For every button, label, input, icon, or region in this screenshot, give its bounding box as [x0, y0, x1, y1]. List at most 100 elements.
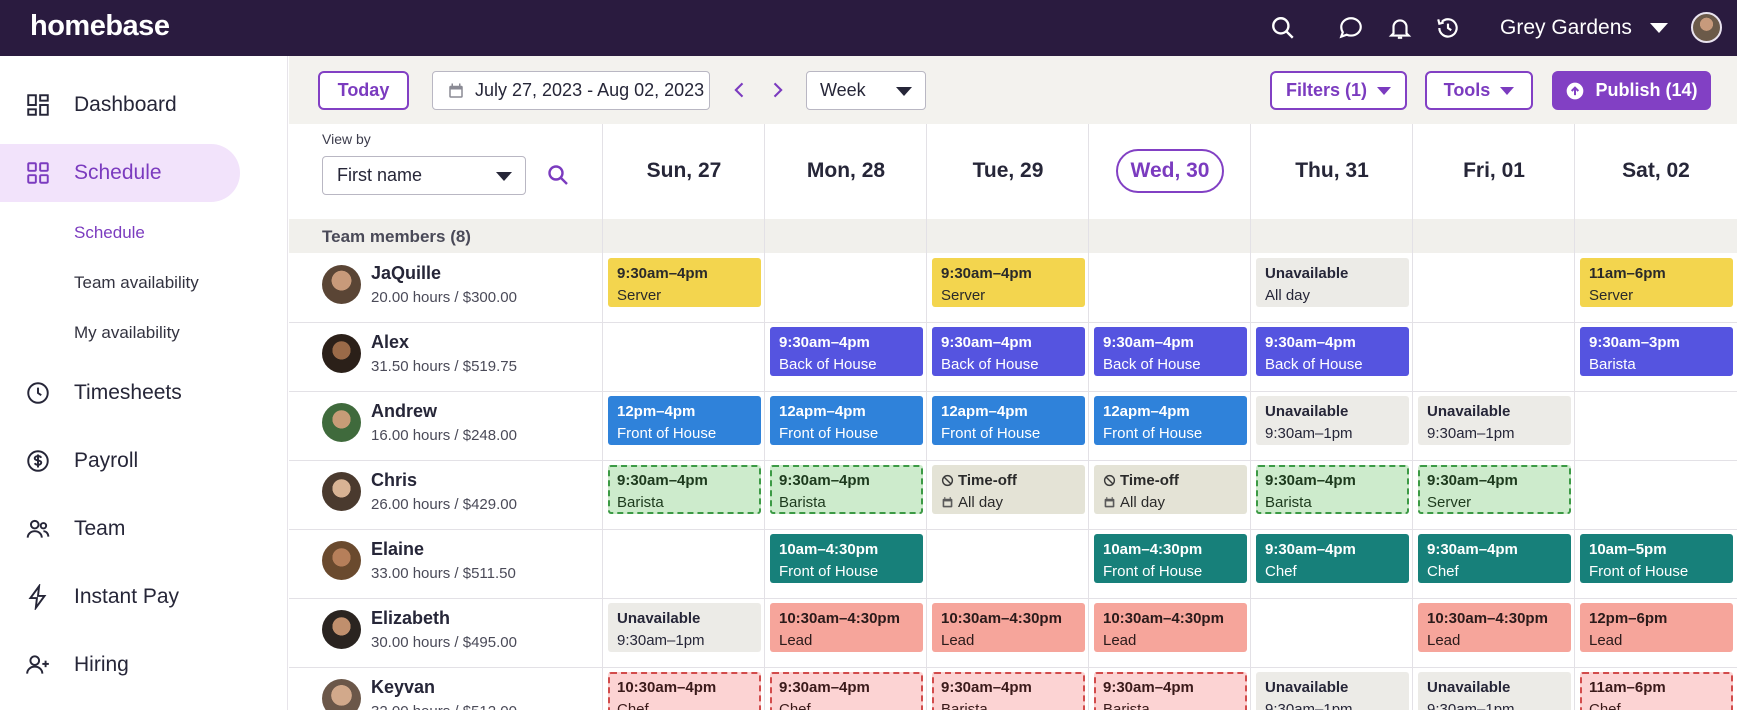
shift-card[interactable]: 9:30am–4pm Barista: [932, 672, 1085, 710]
day-header[interactable]: Sun, 27: [603, 124, 765, 218]
employee-name[interactable]: Chris: [371, 470, 417, 491]
user-avatar[interactable]: [1691, 12, 1722, 43]
publish-button[interactable]: Publish (14): [1552, 71, 1711, 110]
shift-card[interactable]: 9:30am–4pm Back of House: [1094, 327, 1247, 376]
day-header[interactable]: Wed, 30: [1089, 124, 1251, 218]
employee-name[interactable]: Andrew: [371, 401, 437, 422]
shift-card[interactable]: 12apm–4pm Front of House: [932, 396, 1085, 445]
calendar-icon: [449, 83, 463, 98]
shift-card[interactable]: 9:30am–4pm Chef: [1256, 534, 1409, 583]
avatar[interactable]: [322, 472, 361, 511]
shift-card[interactable]: 10am–4:30pm Front of House: [770, 534, 923, 583]
shift-card[interactable]: 10:30am–4:30pm Lead: [770, 603, 923, 652]
shift-card[interactable]: Unavailable 9:30am–1pm: [1256, 672, 1409, 710]
shift-card[interactable]: 9:30am–4pm Back of House: [1256, 327, 1409, 376]
shift-role: Back of House: [779, 356, 877, 373]
shift-role: Server: [1427, 494, 1472, 511]
avatar[interactable]: [322, 403, 361, 442]
shift-time: 10:30am–4pm: [617, 679, 717, 696]
shift-card[interactable]: 10am–5pm Front of House: [1580, 534, 1733, 583]
search-icon[interactable]: [1268, 13, 1298, 43]
shift-card[interactable]: Time-off All day: [1094, 465, 1247, 514]
shift-card[interactable]: 11am–6pm Chef: [1580, 672, 1733, 710]
shift-card[interactable]: Unavailable 9:30am–1pm: [1256, 396, 1409, 445]
shift-card[interactable]: 12apm–4pm Front of House: [1094, 396, 1247, 445]
subnav-my-availability[interactable]: My availability: [74, 323, 180, 343]
avatar[interactable]: [322, 265, 361, 304]
shift-card[interactable]: 9:30am–4pm Back of House: [770, 327, 923, 376]
avatar[interactable]: [322, 610, 361, 649]
shift-card[interactable]: 9:30am–4pm Server: [1418, 465, 1571, 514]
view-by-value: First name: [337, 165, 423, 185]
avatar[interactable]: [322, 541, 361, 580]
date-range-picker[interactable]: July 27, 2023 - Aug 02, 2023: [432, 71, 710, 110]
shift-card[interactable]: 10am–4:30pm Front of House: [1094, 534, 1247, 583]
chat-icon[interactable]: [1336, 13, 1366, 43]
sidebar-item-instant-pay[interactable]: Instant Pay: [0, 568, 240, 626]
history-icon[interactable]: [1433, 13, 1463, 43]
shift-card[interactable]: 10:30am–4pm Chef: [608, 672, 761, 710]
employee-name[interactable]: JaQuille: [371, 263, 441, 284]
employee-name[interactable]: Elaine: [371, 539, 424, 560]
shift-role: Front of House: [779, 425, 879, 442]
shift-card[interactable]: Unavailable 9:30am–1pm: [1418, 396, 1571, 445]
shift-card[interactable]: Time-off All day: [932, 465, 1085, 514]
location-selector[interactable]: Grey Gardens: [1500, 13, 1668, 43]
shift-card[interactable]: 9:30am–4pm Barista: [1256, 465, 1409, 514]
day-header[interactable]: Sat, 02: [1575, 124, 1737, 218]
shift-role: Chef: [1589, 701, 1621, 710]
employee-name[interactable]: Keyvan: [371, 677, 435, 698]
employee-name[interactable]: Elizabeth: [371, 608, 450, 629]
shift-card[interactable]: 9:30am–4pm Barista: [770, 465, 923, 514]
shift-card[interactable]: 9:30am–4pm Barista: [1094, 672, 1247, 710]
search-icon[interactable]: [546, 163, 570, 187]
shift-card[interactable]: 12apm–4pm Front of House: [770, 396, 923, 445]
bell-icon[interactable]: [1385, 13, 1415, 43]
sidebar-item-hiring[interactable]: Hiring: [0, 636, 240, 694]
filters-button[interactable]: Filters (1): [1270, 71, 1407, 110]
shift-card[interactable]: 12pm–4pm Front of House: [608, 396, 761, 445]
schedule-toolbar: Today July 27, 2023 - Aug 02, 2023 Week …: [289, 56, 1737, 124]
chevron-down-icon: [496, 172, 512, 181]
shift-card[interactable]: 12pm–6pm Lead: [1580, 603, 1733, 652]
sidebar-item-schedule[interactable]: Schedule: [0, 144, 240, 202]
shift-card[interactable]: 10:30am–4:30pm Lead: [1418, 603, 1571, 652]
view-by-select[interactable]: First name: [322, 156, 526, 195]
shift-time: Unavailable: [1265, 679, 1349, 696]
day-header[interactable]: Mon, 28: [765, 124, 927, 218]
day-header[interactable]: Tue, 29: [927, 124, 1089, 218]
shift-card[interactable]: 9:30am–4pm Server: [932, 258, 1085, 307]
shift-card[interactable]: 9:30am–3pm Barista: [1580, 327, 1733, 376]
tools-button[interactable]: Tools: [1425, 71, 1533, 110]
shift-card[interactable]: 9:30am–4pm Barista: [608, 465, 761, 514]
day-header[interactable]: Fri, 01: [1413, 124, 1575, 218]
sidebar-item-timesheets[interactable]: Timesheets: [0, 364, 240, 422]
avatar[interactable]: [322, 679, 361, 710]
subnav-team-availability[interactable]: Team availability: [74, 273, 199, 293]
shift-card[interactable]: 9:30am–4pm Back of House: [932, 327, 1085, 376]
shift-card[interactable]: 10:30am–4:30pm Lead: [932, 603, 1085, 652]
today-button[interactable]: Today: [318, 71, 409, 110]
view-range-select[interactable]: Week: [806, 71, 926, 110]
chevron-left-icon[interactable]: [730, 80, 750, 100]
shift-card[interactable]: 10:30am–4:30pm Lead: [1094, 603, 1247, 652]
shift-card[interactable]: Unavailable All day: [1256, 258, 1409, 307]
shift-card[interactable]: Unavailable 9:30am–1pm: [1418, 672, 1571, 710]
shift-card[interactable]: Unavailable 9:30am–1pm: [608, 603, 761, 652]
shift-card[interactable]: 11am–6pm Server: [1580, 258, 1733, 307]
subnav-schedule[interactable]: Schedule: [74, 223, 145, 243]
avatar[interactable]: [322, 334, 361, 373]
employee-name[interactable]: Alex: [371, 332, 409, 353]
sidebar-item-dashboard[interactable]: Dashboard: [0, 76, 240, 134]
sidebar-item-team[interactable]: Team: [0, 500, 240, 558]
shift-time: 9:30am–4pm: [941, 679, 1032, 696]
shift-card[interactable]: 9:30am–4pm Chef: [1418, 534, 1571, 583]
shift-card[interactable]: 9:30am–4pm Server: [608, 258, 761, 307]
shift-card[interactable]: 9:30am–4pm Chef: [770, 672, 923, 710]
sidebar-item-payroll[interactable]: Payroll: [0, 432, 240, 490]
employee-row: Elaine 33.00 hours / $511.50: [322, 530, 602, 598]
chevron-right-icon[interactable]: [767, 80, 787, 100]
homebase-logo[interactable]: homebase: [30, 10, 170, 43]
shift-time: 12apm–4pm: [1103, 403, 1190, 420]
day-header[interactable]: Thu, 31: [1251, 124, 1413, 218]
